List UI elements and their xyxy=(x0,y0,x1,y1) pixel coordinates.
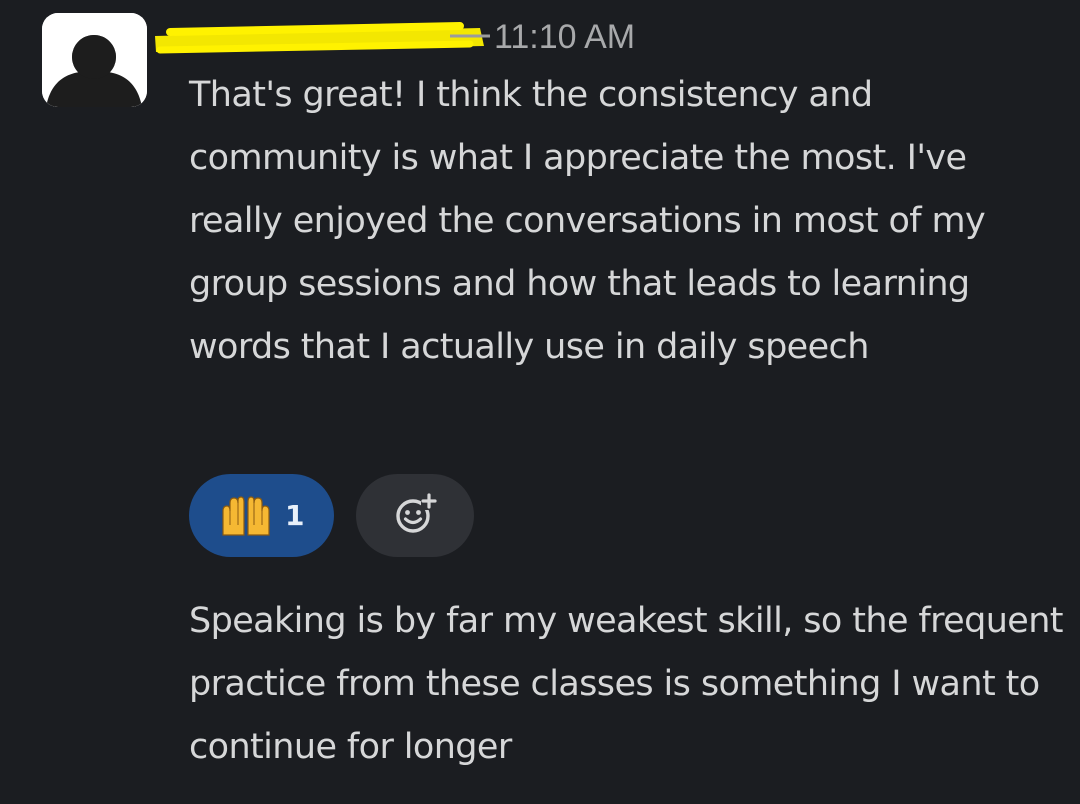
message-body-2: Speaking is by far my weakest skill, so … xyxy=(189,601,1064,767)
user-avatar[interactable] xyxy=(42,13,147,107)
raising-hands-icon xyxy=(219,495,273,537)
add-emoji-icon xyxy=(391,492,439,540)
redacted-username[interactable] xyxy=(150,10,490,62)
reactions-bar: 1 xyxy=(189,474,474,557)
message-body-1: That's great! I think the consistency an… xyxy=(189,75,986,367)
message-header: 11:10 AM xyxy=(150,10,670,62)
message-timestamp[interactable]: 11:10 AM xyxy=(494,18,635,57)
reaction-raising-hands[interactable]: 1 xyxy=(189,474,334,557)
reaction-count: 1 xyxy=(285,499,305,532)
add-reaction-button[interactable] xyxy=(356,474,474,557)
